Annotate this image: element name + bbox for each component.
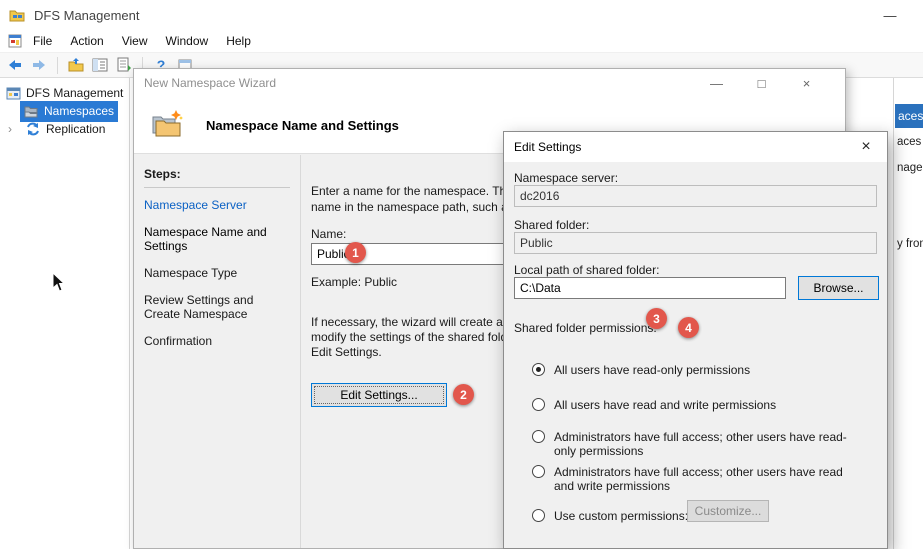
wizard-titlebar: New Namespace Wizard — □ × (134, 69, 845, 97)
customize-button: Customize... (687, 500, 769, 522)
background-fragment: y from (897, 238, 923, 250)
console-tree: DFS Management Namespaces › Replication (0, 78, 130, 549)
app-icon (8, 6, 26, 24)
background-pane-header: aces (895, 104, 923, 128)
back-icon[interactable] (6, 56, 24, 74)
replication-icon (24, 120, 42, 138)
wizard-intro-text: Enter a name for the namespace. This na … (311, 183, 532, 215)
tree-label-namespaces: Namespaces (44, 104, 114, 118)
radio-icon[interactable] (532, 398, 545, 411)
minimize-icon[interactable]: — (871, 0, 909, 30)
annotation-badge-3: 3 (646, 308, 667, 329)
namespaces-icon (22, 102, 40, 120)
export-list-icon[interactable] (115, 56, 133, 74)
name-label: Name: (311, 227, 346, 241)
chevron-right-icon[interactable]: › (8, 122, 18, 136)
annotation-badge-4: 4 (678, 317, 699, 338)
edit-settings-button[interactable]: Edit Settings... (311, 383, 447, 407)
step-confirmation: Confirmation (144, 334, 290, 348)
radio-icon[interactable] (532, 430, 545, 443)
radio-icon[interactable] (532, 509, 545, 522)
step-review-settings: Review Settings and Create Namespace (144, 293, 290, 321)
step-namespace-type: Namespace Type (144, 266, 290, 280)
shared-folder-label: Shared folder: (514, 218, 589, 232)
menu-action[interactable]: Action (61, 31, 112, 51)
wizard-page-title: Namespace Name and Settings (206, 118, 399, 133)
close-icon[interactable]: × (845, 132, 887, 162)
local-path-label: Local path of shared folder: (514, 263, 659, 277)
close-icon[interactable]: × (784, 69, 829, 97)
maximize-icon[interactable]: □ (739, 69, 784, 97)
wizard-note-text: If necessary, the wizard will create a s… (311, 315, 530, 360)
tree-item-namespaces[interactable]: Namespaces (0, 102, 129, 120)
browse-button[interactable]: Browse... (798, 276, 879, 300)
radio-icon[interactable] (532, 465, 545, 478)
window-controls: — □ (871, 0, 923, 30)
screen: DFS Management — □ File Action View Wind… (0, 0, 923, 549)
edit-settings-title: Edit Settings (514, 140, 581, 154)
background-fragment: aces t... (897, 136, 923, 148)
up-level-icon[interactable] (67, 56, 85, 74)
radio-icon[interactable] (532, 363, 545, 376)
menu-view[interactable]: View (113, 31, 157, 51)
wizard-window-controls: — □ × (694, 69, 829, 97)
edit-settings-dialog: Edit Settings × Namespace server: Shared… (503, 131, 888, 549)
annotation-badge-2: 2 (453, 384, 474, 405)
local-path-input[interactable] (514, 277, 786, 299)
menu-bar: File Action View Window Help (0, 30, 923, 53)
menu-file[interactable]: File (24, 31, 61, 51)
background-actions-pane: aces aces t... nagen... y from (893, 78, 923, 549)
menu-help[interactable]: Help (217, 31, 260, 51)
mouse-cursor (52, 272, 66, 296)
tree-label-dfs-management: DFS Management (26, 86, 123, 100)
shared-folder-input (514, 232, 877, 254)
dfs-management-icon (4, 84, 22, 102)
edit-settings-titlebar: Edit Settings × (504, 132, 887, 162)
wizard-steps-panel: Steps: Namespace Server Namespace Name a… (134, 155, 301, 548)
background-fragment: nagen... (897, 162, 923, 174)
steps-divider (144, 187, 290, 188)
radio-option-read-write[interactable]: All users have read and write permission… (532, 398, 862, 412)
radio-option-admin-full-users-read-write[interactable]: Administrators have full access; other u… (532, 465, 862, 493)
radio-option-read-only[interactable]: All users have read-only permissions (532, 363, 862, 377)
radio-option-admin-full-users-read[interactable]: Administrators have full access; other u… (532, 430, 862, 458)
annotation-badge-1: 1 (345, 242, 366, 263)
wizard-title: New Namespace Wizard (144, 76, 276, 90)
menu-window[interactable]: Window (157, 31, 218, 51)
tree-label-replication: Replication (46, 122, 105, 136)
example-text: Example: Public (311, 275, 397, 289)
forward-icon[interactable] (30, 56, 48, 74)
namespace-server-input (514, 185, 877, 207)
step-namespace-server[interactable]: Namespace Server (144, 198, 290, 212)
steps-heading: Steps: (144, 167, 290, 181)
permissions-label: Shared folder permissions: (514, 321, 657, 335)
tree-item-replication[interactable]: › Replication (0, 120, 129, 138)
tree-item-dfs-management[interactable]: DFS Management (0, 84, 129, 102)
window-title: DFS Management (34, 8, 140, 23)
maximize-icon[interactable]: □ (909, 0, 923, 30)
edit-settings-body: Namespace server: Shared folder: Local p… (504, 162, 887, 548)
step-namespace-name-and-settings: Namespace Name and Settings (144, 225, 290, 253)
wizard-header-icon (150, 107, 184, 144)
main-titlebar: DFS Management — □ (0, 0, 923, 30)
console-document-icon (6, 32, 24, 50)
namespace-server-label: Namespace server: (514, 171, 618, 185)
show-console-tree-icon[interactable] (91, 56, 109, 74)
toolbar-separator (57, 57, 58, 74)
minimize-icon[interactable]: — (694, 69, 739, 97)
